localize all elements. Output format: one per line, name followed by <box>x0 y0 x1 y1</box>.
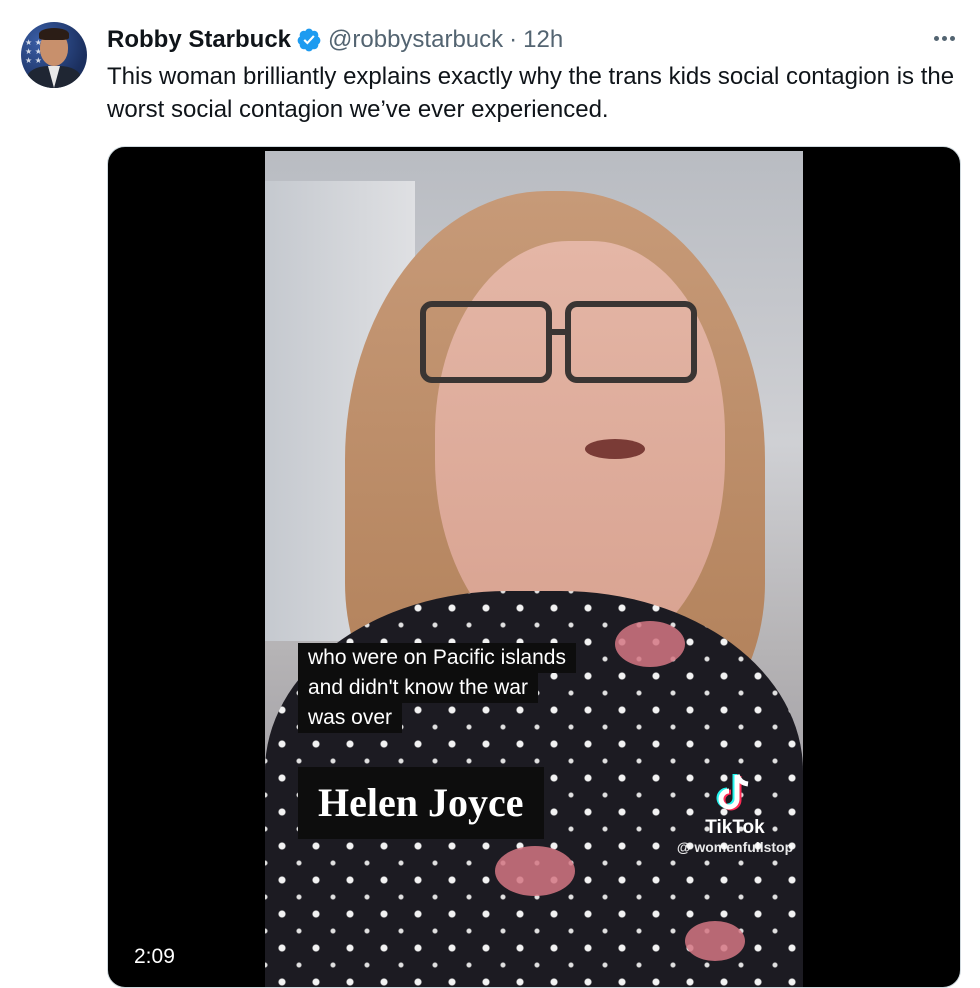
video-caption: who were on Pacific islands and didn't k… <box>298 643 576 733</box>
speaker-glasses-left <box>420 301 552 383</box>
blouse-flower <box>495 846 575 896</box>
blouse-flower <box>685 921 745 961</box>
video-player[interactable]: who were on Pacific islands and didn't k… <box>107 146 961 988</box>
author-name[interactable]: Robby Starbuck <box>107 26 291 54</box>
tweet-text: This woman brilliantly explains exactly … <box>107 63 955 123</box>
more-dot <box>933 35 939 41</box>
avatar-hair <box>39 28 69 40</box>
more-options-icon[interactable] <box>928 26 960 50</box>
author-handle[interactable]: @robbystarbuck <box>328 26 503 54</box>
tiktok-logo-icon <box>716 774 749 811</box>
tiktok-brand: TikTok <box>705 817 765 838</box>
video-frame: who were on Pacific islands and didn't k… <box>265 151 803 987</box>
header-separator: · <box>509 26 518 53</box>
video-duration: 2:09 <box>128 943 181 971</box>
tweet-header: Robby Starbuck @robbystarbuck · 12h <box>107 24 563 56</box>
verified-badge-icon[interactable] <box>296 27 322 53</box>
tiktok-handle: @ womenfullstop <box>676 839 794 855</box>
author-avatar[interactable]: ★ ★ ★ ★ ★ ★ <box>21 22 87 88</box>
caption-line: who were on Pacific islands <box>298 643 576 673</box>
speaker-name-overlay: Helen Joyce <box>298 767 544 839</box>
tiktok-watermark: TikTok @ womenfullstop <box>675 771 795 855</box>
speaker-mouth <box>585 439 645 459</box>
caption-line: was over <box>298 703 403 733</box>
more-dot <box>949 35 955 41</box>
speaker-glasses-right <box>565 301 697 383</box>
tweet-timestamp[interactable]: 12h <box>523 26 563 54</box>
speaker-glasses-bridge <box>546 329 570 335</box>
more-dot <box>941 35 947 41</box>
caption-line: and didn't know the war <box>298 673 538 703</box>
blouse-flower <box>615 621 685 667</box>
